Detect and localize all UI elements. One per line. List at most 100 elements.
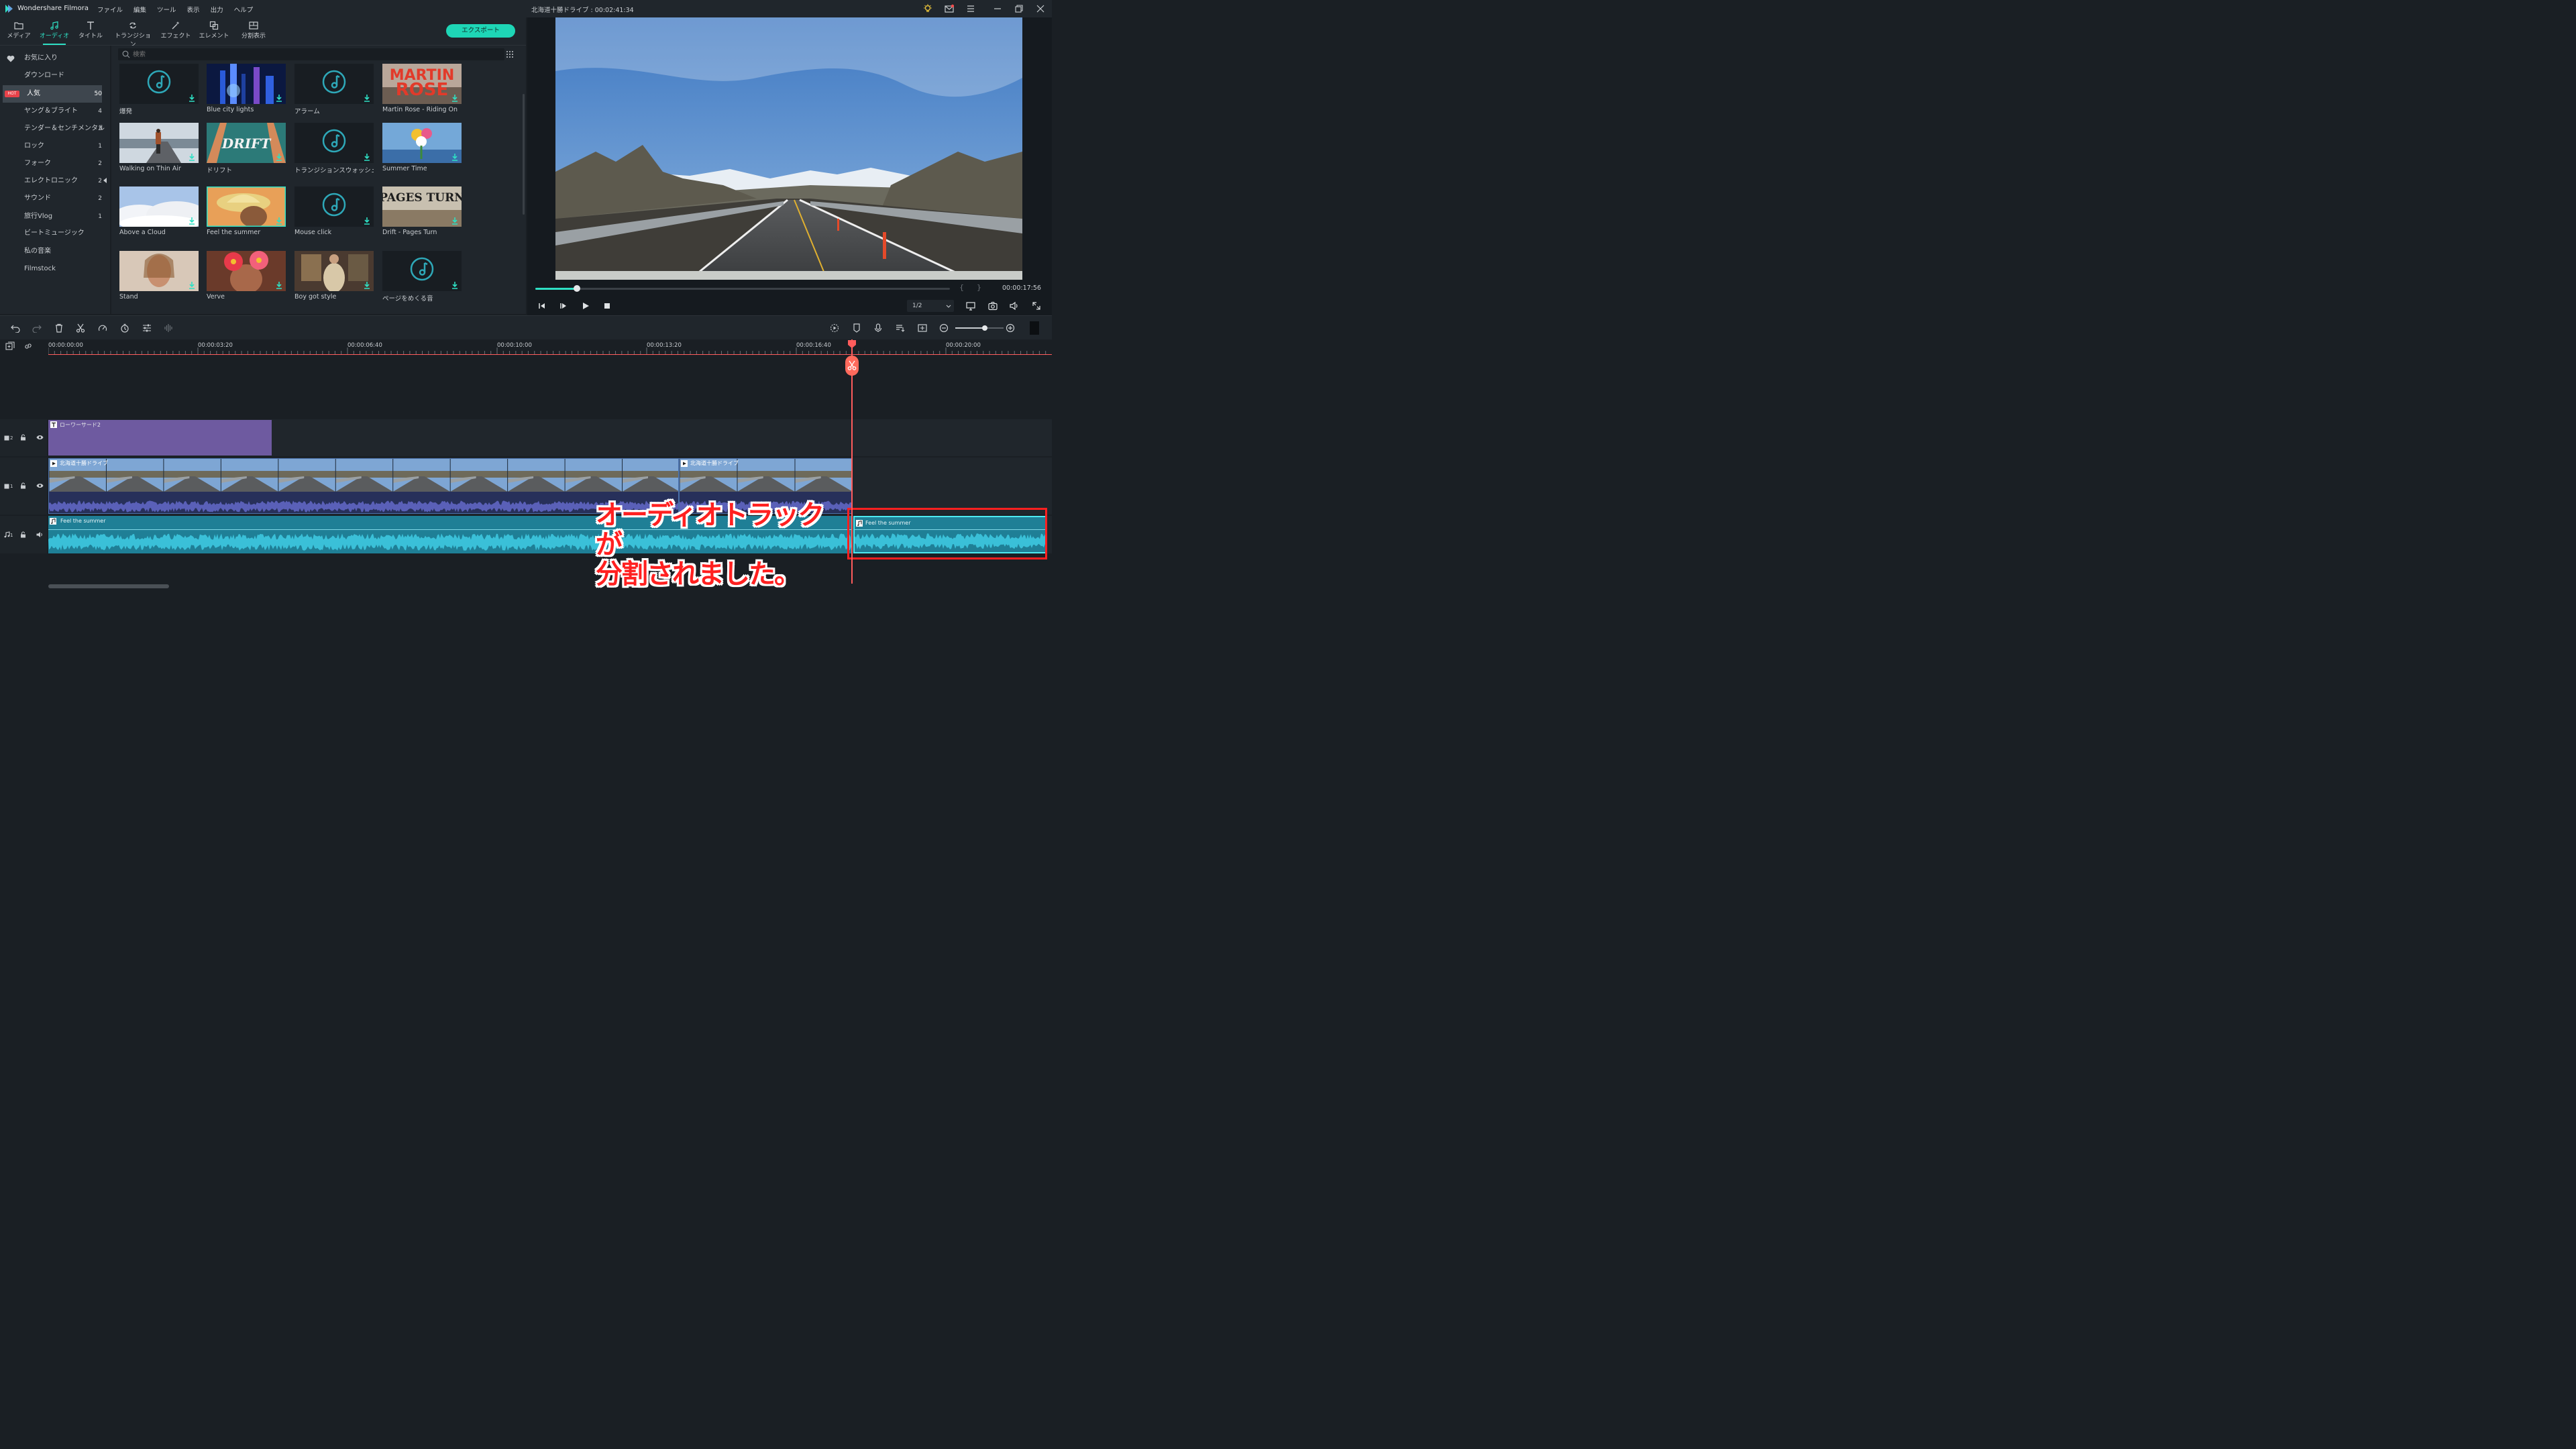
sidebar-item-sound[interactable]: サウンド 2: [0, 190, 107, 207]
sidebar-item-my-music[interactable]: 私の音楽: [0, 243, 107, 260]
audio-card[interactable]: DRIFTDRIFT ドリフト: [207, 123, 286, 174]
collapse-arrow-icon[interactable]: [103, 178, 107, 183]
download-icon[interactable]: [364, 282, 370, 289]
audio-card[interactable]: Feel the summer: [207, 186, 286, 236]
delete-icon[interactable]: [54, 323, 64, 333]
add-track-icon[interactable]: [5, 341, 15, 351]
menu-help[interactable]: ヘルプ: [234, 5, 254, 14]
library-scrollbar[interactable]: [523, 94, 525, 215]
lock-icon[interactable]: [20, 482, 26, 489]
zoom-out-icon[interactable]: [939, 323, 949, 333]
eye-icon[interactable]: [36, 434, 44, 441]
in-point-icon[interactable]: {: [959, 283, 964, 292]
audio-card[interactable]: PAGES TURNPAGES TURN Drift - Pages Turn: [382, 186, 462, 236]
audio-waveform-icon[interactable]: [164, 323, 173, 333]
sidebar-item-electronic[interactable]: エレクトロニック 2: [0, 172, 107, 190]
audio-card[interactable]: Boy got style: [294, 251, 374, 301]
export-button[interactable]: エクスポート: [446, 24, 515, 38]
voiceover-icon[interactable]: [896, 323, 905, 333]
sidebar-item-beat-music[interactable]: ビートミュージック: [0, 225, 107, 242]
tab-titles[interactable]: タイトル: [75, 19, 106, 44]
lock-icon[interactable]: [20, 434, 26, 441]
sidebar-item-folk[interactable]: フォーク 2: [0, 155, 107, 172]
audio-card[interactable]: アラーム: [294, 64, 374, 115]
download-icon[interactable]: [189, 217, 195, 225]
download-icon[interactable]: [364, 95, 370, 102]
sidebar-item-young-bright[interactable]: ヤング＆ブライト 4: [0, 103, 107, 120]
audio-card[interactable]: Summer Time: [382, 123, 462, 172]
timeline-ruler[interactable]: 00:00:00:00 00:00:03:20 00:00:06:40 00:0…: [0, 339, 1052, 354]
split-marker[interactable]: [845, 356, 859, 376]
download-icon[interactable]: [451, 282, 458, 289]
stop-icon[interactable]: [604, 303, 610, 309]
sidebar-item-favorites[interactable]: お気に入り: [0, 50, 107, 67]
menu-export[interactable]: 出力: [211, 5, 223, 14]
previous-frame-icon[interactable]: [538, 302, 546, 310]
audio-card[interactable]: MARTINROSEMARTIN ROSE Martin Rose - Ridin…: [382, 64, 462, 113]
search-bar[interactable]: [118, 48, 504, 60]
download-icon[interactable]: [189, 95, 195, 102]
zoom-in-icon[interactable]: [1006, 323, 1015, 333]
sidebar-item-travel-vlog[interactable]: 旅行Vlog 1: [0, 208, 107, 225]
menu-file[interactable]: ファイル: [97, 5, 123, 14]
sidebar-item-downloads[interactable]: ダウンロード: [0, 67, 107, 85]
close-icon[interactable]: [1036, 5, 1044, 13]
minimize-icon[interactable]: [994, 5, 1002, 13]
playback-scrubber[interactable]: [573, 285, 580, 292]
audio-card[interactable]: トランジションスウォッシュ: [294, 123, 374, 174]
mail-icon[interactable]: [945, 4, 954, 13]
scissors-icon[interactable]: [76, 323, 85, 333]
playhead-handle-icon[interactable]: [847, 339, 857, 349]
tab-effects[interactable]: エフェクト: [160, 19, 191, 44]
video-clip-1[interactable]: 北海道十勝ドライブ: [48, 458, 679, 514]
timeline-scrollbar[interactable]: [48, 584, 169, 588]
play-slow-icon[interactable]: [559, 302, 568, 310]
tab-elements[interactable]: エレメント: [199, 19, 229, 44]
download-icon[interactable]: [276, 217, 282, 225]
restore-icon[interactable]: [1015, 5, 1023, 13]
menu-tools[interactable]: ツール: [157, 5, 176, 14]
camera-icon[interactable]: [988, 301, 998, 311]
download-icon[interactable]: [276, 95, 282, 102]
download-icon[interactable]: [451, 217, 458, 225]
marker-icon[interactable]: [852, 323, 861, 333]
audio-card[interactable]: 爆発: [119, 64, 199, 115]
snapshot-icon[interactable]: [918, 323, 927, 333]
redo-icon[interactable]: [32, 323, 42, 333]
quality-select[interactable]: 1/2: [907, 300, 954, 312]
fullscreen-icon[interactable]: [1032, 301, 1041, 311]
duration-icon[interactable]: [120, 323, 129, 333]
tab-split-screen[interactable]: 分割表示: [237, 19, 270, 44]
adjust-icon[interactable]: [142, 323, 152, 333]
tab-audio[interactable]: オーディオ: [39, 19, 70, 45]
audio-card[interactable]: Verve: [207, 251, 286, 301]
title-clip[interactable]: ローワーサード2: [48, 420, 272, 455]
playhead-line[interactable]: [851, 339, 853, 584]
sidebar-item-tender[interactable]: テンダー＆センチメンタル 3: [0, 120, 107, 138]
zoom-slider-thumb[interactable]: [982, 325, 987, 331]
tab-media[interactable]: メディア: [3, 19, 34, 44]
audio-card[interactable]: Blue city lights: [207, 64, 286, 113]
download-icon[interactable]: [364, 217, 370, 225]
playback-track[interactable]: [535, 288, 950, 290]
menu-edit[interactable]: 編集: [133, 5, 146, 14]
audio-card[interactable]: Mouse click: [294, 186, 374, 236]
audio-card[interactable]: Stand: [119, 251, 199, 301]
lock-icon[interactable]: [20, 531, 26, 538]
download-icon[interactable]: [276, 154, 282, 161]
sidebar-item-filmstock[interactable]: Filmstock: [0, 260, 107, 278]
undo-icon[interactable]: [11, 323, 20, 333]
microphone-icon[interactable]: [873, 323, 883, 333]
link-icon[interactable]: [23, 341, 33, 351]
volume-icon[interactable]: [1010, 301, 1019, 311]
search-input[interactable]: [133, 49, 495, 60]
download-icon[interactable]: [451, 154, 458, 161]
play-icon[interactable]: [582, 302, 590, 310]
monitor-icon[interactable]: [966, 301, 975, 311]
audio-card[interactable]: Walking on Thin Air: [119, 123, 199, 172]
download-icon[interactable]: [364, 154, 370, 161]
list-menu-icon[interactable]: [967, 5, 975, 13]
render-icon[interactable]: [830, 323, 839, 333]
sidebar-item-rock[interactable]: ロック 1: [0, 138, 107, 155]
speaker-icon[interactable]: [36, 531, 44, 538]
